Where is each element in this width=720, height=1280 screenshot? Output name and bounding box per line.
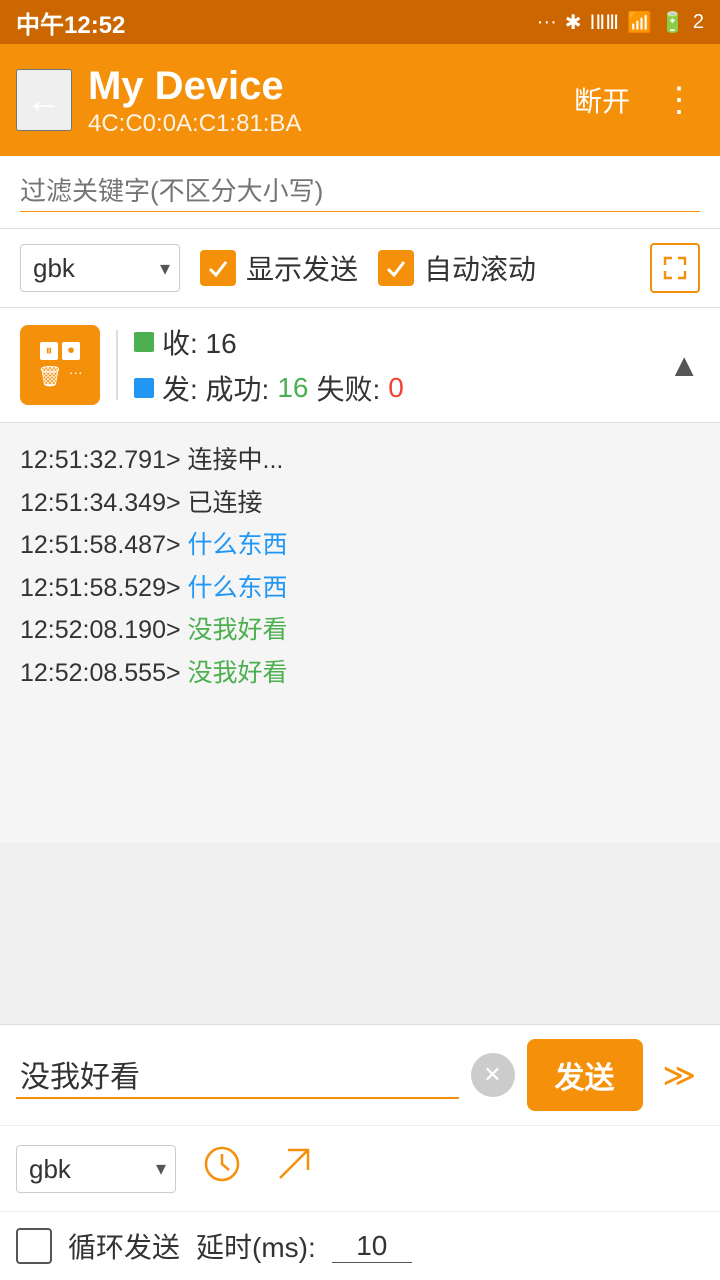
status-icons: ··· ✱ ⅠⅡⅢ 📶 🔋 2: [537, 10, 704, 35]
show-send-checkbox[interactable]: [200, 250, 236, 286]
stats-numbers: 收: 16 发: 成功: 16 失败: 0: [134, 322, 652, 408]
show-send-group: 显示发送: [200, 248, 358, 288]
log-timestamp: 12:51:58.529>: [20, 574, 181, 602]
recv-stat-text: 收: 16: [162, 322, 237, 362]
signal-dots-icon: ···: [537, 11, 557, 34]
filter-input[interactable]: [20, 172, 700, 212]
delay-input[interactable]: [332, 1230, 412, 1263]
send-icon: [274, 1144, 314, 1184]
bottom-encoding-select[interactable]: gbk utf-8 ascii: [16, 1145, 176, 1193]
message-input[interactable]: [16, 1051, 459, 1099]
loop-row: 循环发送 延时(ms):: [0, 1212, 720, 1280]
expand-button[interactable]: [650, 243, 700, 293]
log-message: 已连接: [181, 489, 263, 517]
log-line: 12:51:58.487> 什么东西: [20, 524, 700, 567]
disconnect-button[interactable]: 断开: [566, 72, 638, 128]
log-timestamp: 12:51:32.791>: [20, 446, 181, 474]
log-line: 12:51:58.529> 什么东西: [20, 567, 700, 610]
log-line: 12:51:34.349> 已连接: [20, 482, 700, 525]
send-button[interactable]: 发送: [527, 1039, 643, 1111]
collapse-button[interactable]: ▲: [668, 347, 700, 384]
history-button[interactable]: [196, 1138, 248, 1199]
encoding-select[interactable]: gbk utf-8 ascii: [20, 244, 180, 292]
wifi-icon: 📶: [627, 10, 652, 35]
input-row: ✕ 发送 ≫: [0, 1025, 720, 1126]
header: ← My Device 4C:C0:0A:C1:81:BA 断开 ⋮: [0, 44, 720, 156]
send-fail-prefix: 失败:: [317, 368, 381, 408]
recv-indicator: [134, 332, 154, 352]
signal-bars-icon: ⅠⅡⅢ: [590, 10, 620, 35]
pause-icon: ⏸: [40, 342, 58, 360]
log-timestamp: 12:51:34.349>: [20, 489, 181, 517]
checkmark-icon: [207, 257, 229, 279]
log-timestamp: 12:51:58.487>: [20, 531, 181, 559]
status-bar: 中午12:52 ··· ✱ ⅠⅡⅢ 📶 🔋 2: [0, 0, 720, 44]
log-line: 12:51:32.791> 连接中...: [20, 439, 700, 482]
recv-stat-line: 收: 16: [134, 322, 652, 362]
log-message: 连接中...: [181, 446, 284, 474]
auto-scroll-checkbox[interactable]: [378, 250, 414, 286]
battery-level: 2: [693, 11, 704, 34]
record-icon: ⏺: [62, 342, 80, 360]
expand-down-button[interactable]: ≫: [655, 1048, 705, 1102]
checkmark-icon2: [385, 257, 407, 279]
tools-row: gbk utf-8 ascii: [0, 1126, 720, 1212]
back-button[interactable]: ←: [16, 69, 72, 131]
status-time: 中午12:52: [16, 5, 125, 40]
show-send-label: 显示发送: [246, 248, 358, 288]
vertical-divider: [116, 330, 118, 400]
clear-input-button[interactable]: ✕: [471, 1053, 515, 1097]
expand-icon: [661, 254, 689, 282]
bottom-encoding-wrapper: gbk utf-8 ascii: [16, 1145, 176, 1193]
log-message: 什么东西: [181, 531, 288, 559]
bottom-section: ✕ 发送 ≫ gbk utf-8 ascii 循环发送: [0, 1024, 720, 1280]
log-line: 12:52:08.190> 没我好看: [20, 609, 700, 652]
log-area: 12:51:32.791> 连接中...12:51:34.349> 已连接12:…: [0, 423, 720, 843]
device-name: My Device: [88, 62, 550, 110]
send-stat-line: 发: 成功: 16 失败: 0: [134, 368, 652, 408]
stats-icon-block[interactable]: ⏸ ⏺ 🗑 ···: [20, 325, 100, 405]
loop-send-checkbox[interactable]: [16, 1228, 52, 1264]
trash-icon: 🗑: [37, 364, 62, 389]
device-address: 4C:C0:0A:C1:81:BA: [88, 110, 550, 138]
send-label-prefix: 发: 成功:: [162, 368, 269, 408]
loop-send-label: 循环发送: [68, 1226, 180, 1266]
controls-row: gbk utf-8 ascii 显示发送 自动滚动: [0, 229, 720, 308]
dots-icon: ···: [69, 364, 83, 389]
pause-record-icons: ⏸ ⏺: [40, 342, 80, 360]
auto-scroll-label: 自动滚动: [424, 248, 536, 288]
delay-label: 延时(ms):: [196, 1226, 316, 1266]
log-line: 12:52:08.555> 没我好看: [20, 652, 700, 695]
filter-bar: [0, 156, 720, 229]
send-indicator: [134, 378, 154, 398]
battery-icon: 🔋: [660, 10, 685, 35]
header-actions: 断开 ⋮: [566, 72, 704, 128]
log-message: 没我好看: [181, 659, 288, 687]
log-timestamp: 12:52:08.555>: [20, 659, 181, 687]
send-success-count: 16: [277, 372, 308, 404]
send-history-button[interactable]: [268, 1138, 320, 1199]
log-message: 什么东西: [181, 574, 288, 602]
more-menu-button[interactable]: ⋮: [654, 72, 704, 128]
bluetooth-icon: ✱: [565, 10, 582, 35]
log-timestamp: 12:52:08.190>: [20, 616, 181, 644]
clear-icons: 🗑 ···: [37, 364, 82, 389]
clock-icon: [202, 1144, 242, 1184]
encoding-select-wrapper: gbk utf-8 ascii: [20, 244, 180, 292]
log-message: 没我好看: [181, 616, 288, 644]
send-fail-count: 0: [388, 372, 404, 404]
stats-row: ⏸ ⏺ 🗑 ··· 收: 16 发: 成功: 16 失败: 0 ▲: [0, 308, 720, 423]
device-info: My Device 4C:C0:0A:C1:81:BA: [88, 62, 550, 138]
auto-scroll-group: 自动滚动: [378, 248, 536, 288]
